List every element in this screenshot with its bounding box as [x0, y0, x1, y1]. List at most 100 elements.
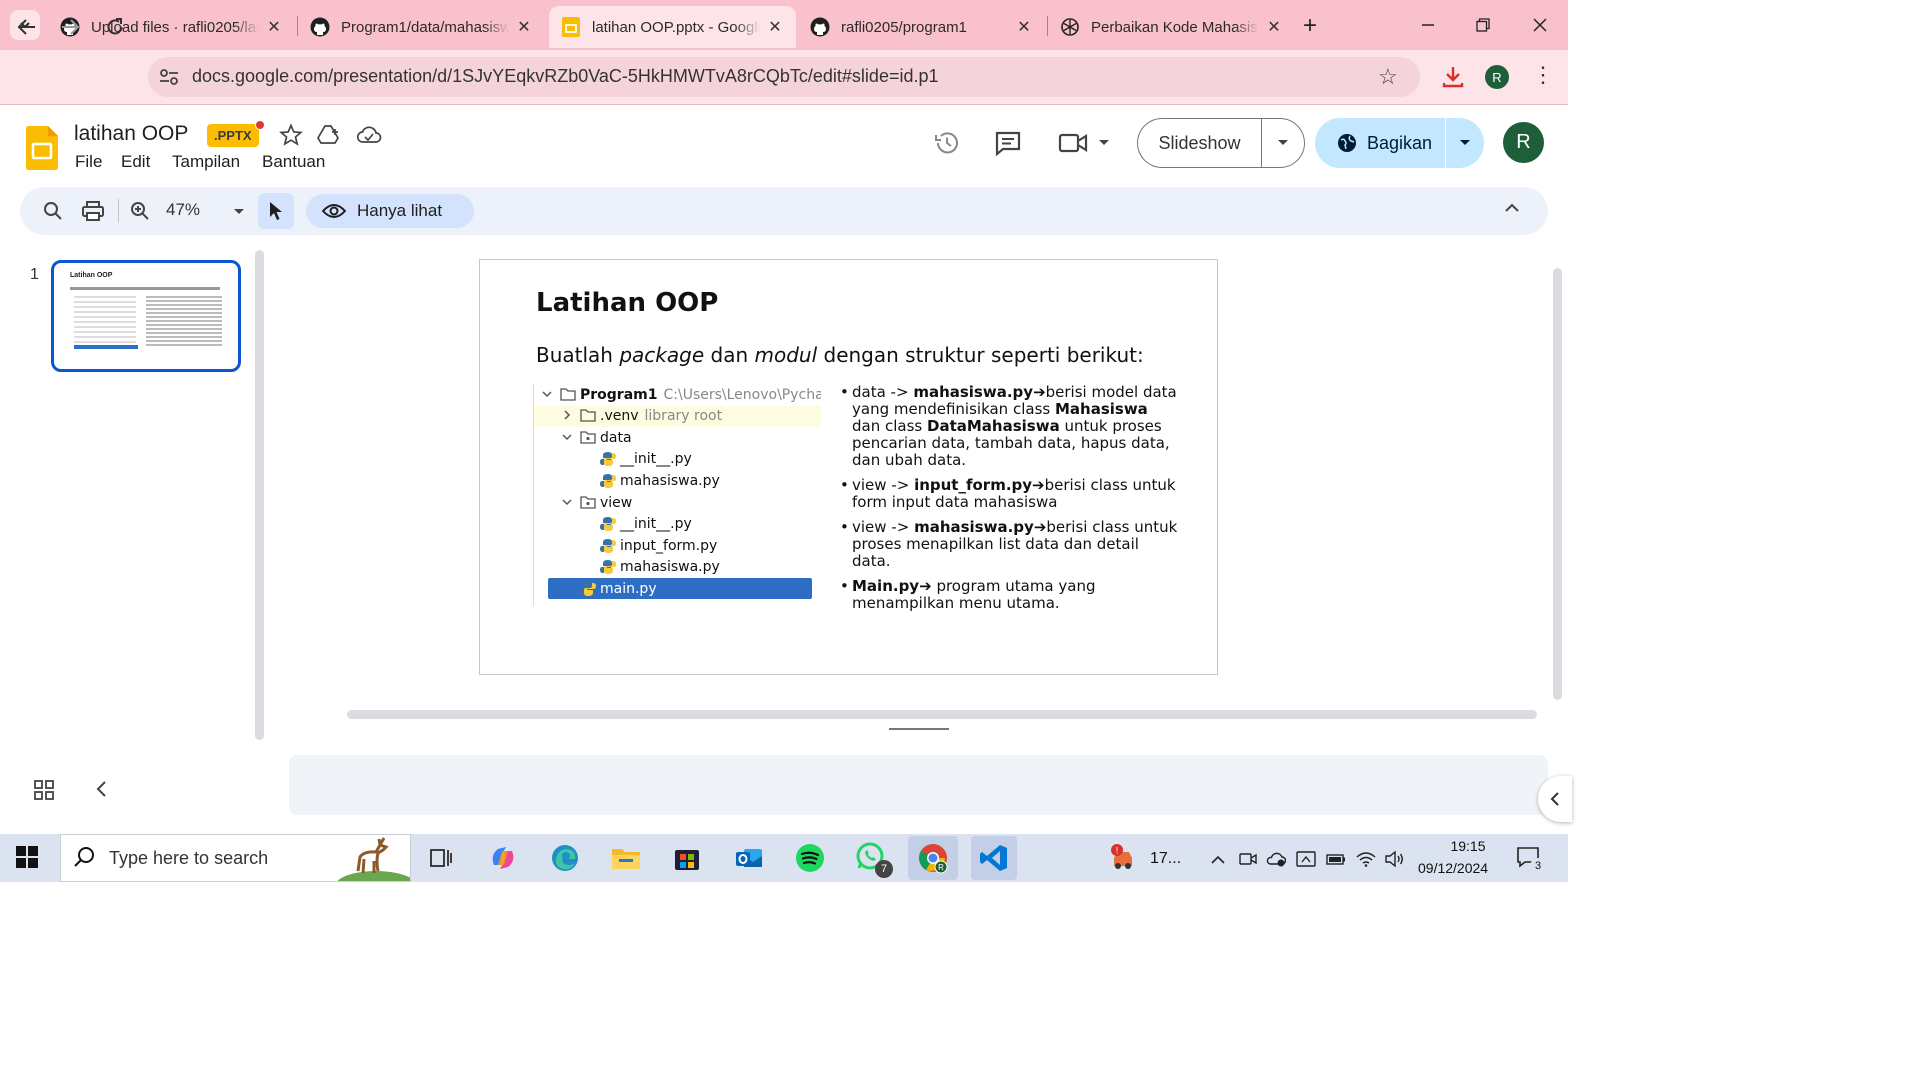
clock-time[interactable]: 19:15: [1438, 838, 1498, 854]
microsoft-store-icon[interactable]: [667, 840, 707, 876]
select-pointer-button[interactable]: [258, 193, 294, 229]
browser-tab[interactable]: Perbaikan Kode Mahasiswa ✕: [1048, 6, 1295, 48]
browser-tab[interactable]: latihan OOP.pptx - Google Slides ✕: [549, 6, 796, 48]
search-menus-icon[interactable]: [41, 199, 65, 223]
windows-start-icon[interactable]: [16, 846, 38, 873]
star-icon[interactable]: [279, 123, 303, 147]
notification-count: 3: [1530, 858, 1546, 874]
print-icon[interactable]: [81, 199, 105, 223]
back-button[interactable]: [9, 10, 45, 44]
outlook-icon[interactable]: [729, 840, 769, 876]
bullet-list: data -> mahasiswa.py➔berisi model data y…: [840, 384, 1180, 620]
python-file-icon: [600, 516, 616, 532]
file-explorer-icon[interactable]: [606, 840, 646, 876]
zoom-icon[interactable]: [128, 199, 152, 223]
chrome-taskbar-icon[interactable]: R: [908, 836, 958, 880]
collapse-toolbar-icon[interactable]: [1504, 200, 1520, 218]
menu-bantuan[interactable]: Bantuan: [262, 152, 325, 172]
tab-separator: [1047, 16, 1048, 36]
account-avatar[interactable]: R: [1503, 122, 1544, 163]
zoom-dropdown-icon[interactable]: [233, 203, 245, 221]
slide-canvas[interactable]: Latihan OOP Buatlah package dan modul de…: [479, 259, 1218, 675]
taskbar-search-box[interactable]: Type here to search: [60, 834, 411, 882]
move-to-drive-icon[interactable]: [316, 123, 340, 147]
reload-button[interactable]: [97, 10, 133, 44]
tree-row: mahasiswa.py: [600, 557, 720, 578]
subtitle-text: dengan struktur seperti berikut:: [817, 343, 1144, 367]
wifi-icon[interactable]: [1356, 849, 1376, 869]
meet-camera-icon[interactable]: [1058, 128, 1088, 158]
screen-capture-icon[interactable]: [1296, 849, 1316, 869]
restore-button[interactable]: [1463, 8, 1503, 42]
share-button[interactable]: Bagikan: [1315, 118, 1445, 168]
arrow-icon: ➔: [1032, 476, 1045, 494]
thumbnail-title: Latihan OOP: [70, 272, 113, 279]
more-menu-icon[interactable]: ⋮: [1532, 62, 1554, 88]
url-text[interactable]: docs.google.com/presentation/d/1SJvYEqkv…: [192, 66, 939, 87]
forward-button[interactable]: [52, 10, 88, 44]
menu-file[interactable]: File: [75, 152, 102, 172]
download-icon[interactable]: [1440, 64, 1466, 95]
file-type-badge[interactable]: .PPTX: [207, 124, 259, 147]
meet-tray-icon[interactable]: [1238, 849, 1258, 869]
volume-icon[interactable]: [1384, 849, 1404, 869]
comments-icon[interactable]: [993, 128, 1023, 158]
tab-separator: [297, 16, 298, 36]
slides-logo-icon[interactable]: [26, 126, 58, 170]
edge-browser-icon[interactable]: [545, 840, 585, 876]
cloud-saved-icon[interactable]: [356, 123, 382, 147]
onedrive-icon[interactable]: [1266, 849, 1286, 869]
grid-view-icon[interactable]: [34, 780, 54, 805]
filmstrip-scrollbar[interactable]: [255, 250, 264, 740]
slideshow-button[interactable]: Slideshow: [1137, 118, 1261, 168]
browser-tab[interactable]: Program1/data/mahasiswa.py ✕: [298, 6, 545, 48]
canvas-horizontal-scrollbar[interactable]: [347, 710, 1537, 719]
bullet-text: data ->: [852, 383, 914, 401]
clock-date[interactable]: 09/12/2024: [1418, 860, 1488, 876]
tab-close-icon[interactable]: ✕: [265, 17, 283, 37]
tab-close-icon[interactable]: ✕: [515, 17, 533, 37]
chevron-down-icon: [560, 496, 574, 509]
canvas-vertical-scrollbar[interactable]: [1553, 268, 1562, 700]
caret-down-icon: [1460, 140, 1470, 145]
tab-close-icon[interactable]: ✕: [1015, 17, 1033, 37]
browser-tab[interactable]: rafli0205/program1 ✕: [798, 6, 1045, 48]
share-dropdown[interactable]: [1446, 118, 1484, 168]
version-history-icon[interactable]: [932, 128, 962, 158]
menu-edit[interactable]: Edit: [121, 152, 150, 172]
close-window-button[interactable]: [1520, 8, 1560, 42]
weather-widget[interactable]: ! 17...: [1108, 844, 1181, 874]
minimize-button[interactable]: [1408, 8, 1448, 42]
vscode-icon[interactable]: [971, 836, 1017, 880]
menu-tampilan[interactable]: Tampilan: [172, 152, 240, 172]
slideshow-dropdown[interactable]: [1261, 118, 1305, 168]
whatsapp-icon[interactable]: 7: [851, 840, 893, 878]
speaker-notes-panel[interactable]: [289, 755, 1548, 815]
share-label: Bagikan: [1367, 132, 1433, 153]
profile-avatar[interactable]: R: [1485, 65, 1509, 89]
site-info-icon[interactable]: [158, 66, 182, 88]
side-panel-toggle[interactable]: [1538, 776, 1572, 822]
collapse-filmstrip-icon[interactable]: [95, 780, 107, 804]
tab-close-icon[interactable]: ✕: [1265, 17, 1283, 37]
notification-center[interactable]: 3: [1516, 846, 1546, 874]
spotify-icon[interactable]: [790, 840, 830, 876]
battery-icon[interactable]: [1326, 849, 1346, 869]
document-title[interactable]: latihan OOP: [74, 122, 188, 146]
zoom-level[interactable]: 47%: [166, 200, 200, 220]
notes-resize-handle[interactable]: [889, 728, 949, 730]
view-only-mode-chip[interactable]: Hanya lihat: [306, 194, 474, 228]
bookmark-star-icon[interactable]: ☆: [1378, 64, 1398, 90]
slide-number: 1: [30, 266, 39, 283]
copilot-icon[interactable]: [483, 840, 523, 876]
tab-title: Program1/data/mahasiswa.py: [341, 18, 509, 36]
tab-close-icon[interactable]: ✕: [766, 17, 784, 37]
task-view-icon[interactable]: [421, 840, 461, 876]
new-tab-button[interactable]: +: [1303, 12, 1317, 40]
tree-row: __init__.py: [600, 449, 692, 470]
slide-thumbnail[interactable]: Latihan OOP: [51, 260, 241, 372]
show-hidden-icons[interactable]: [1208, 849, 1228, 869]
tree-item-name: mahasiswa.py: [620, 559, 720, 576]
meet-dropdown-icon[interactable]: [1092, 128, 1116, 158]
slide-title: Latihan OOP: [536, 288, 719, 318]
